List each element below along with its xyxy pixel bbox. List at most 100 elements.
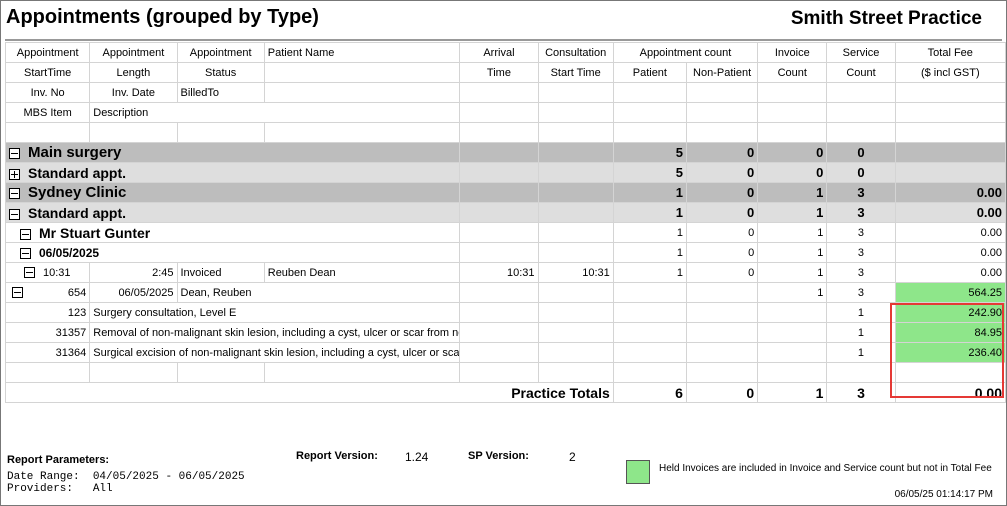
service-count: 3: [826, 202, 896, 223]
invoice-count: 1: [757, 182, 828, 203]
collapse-icon[interactable]: [12, 287, 23, 299]
date-range-label: Date Range:: [7, 471, 80, 483]
hdr-mbs-item: MBS Item: [4, 102, 91, 123]
report-parameters-label: Report Parameters:: [7, 454, 110, 466]
collapse-icon[interactable]: [20, 229, 31, 241]
spacer-row: [4, 362, 1007, 383]
hdr-billed-to: BilledTo: [176, 82, 265, 103]
hdr-inv-date: Inv. Date: [89, 82, 178, 103]
non-patient-count: 0: [685, 162, 759, 183]
invoice-date: 06/05/2025: [89, 282, 178, 303]
non-patient-count: 0: [685, 222, 759, 243]
invoice-count: 1: [757, 222, 828, 243]
consult-start-time: 10:31: [537, 262, 614, 283]
date-row[interactable]: 06/05/2025 1 0 1 3 0.00: [4, 242, 1007, 263]
date-group-name: 06/05/2025: [39, 245, 100, 260]
header-row-2: StartTime Length Status Time Start Time …: [4, 62, 1007, 83]
report-version-label: Report Version:: [296, 450, 378, 462]
collapse-icon[interactable]: [9, 208, 20, 220]
group-row-main-surgery[interactable]: Main surgery 5 0 0 0: [4, 142, 1007, 163]
title-divider: [5, 39, 1002, 41]
total-fee: 0.00: [894, 242, 1007, 263]
patient-row[interactable]: Mr Stuart Gunter 1 0 1 3 0.00: [4, 222, 1007, 243]
collapse-icon[interactable]: [20, 248, 31, 260]
collapse-icon[interactable]: [9, 148, 20, 160]
service-count: 0: [826, 162, 896, 183]
collapse-icon[interactable]: [24, 267, 35, 279]
item-description: Removal of non-malignant skin lesion, in…: [89, 322, 461, 343]
hdr-inv-no: Inv. No: [4, 82, 91, 103]
hdr-non-patient: Non-Patient: [685, 62, 759, 83]
mbs-item-row: 31357 Removal of non-malignant skin lesi…: [4, 322, 1007, 343]
hdr-service-count: Count: [826, 62, 896, 83]
patient-count: 6: [612, 382, 687, 403]
expand-icon[interactable]: [9, 168, 20, 180]
service-count: 1: [826, 342, 896, 363]
non-patient-count: 0: [685, 202, 759, 223]
header-row-4: MBS Item Description: [4, 102, 1007, 123]
date-range-line: Date Range: 04/05/2025 - 06/05/2025: [7, 471, 245, 483]
hdr-consultation: Consultation: [537, 42, 614, 63]
patient-name: Reuben Dean: [263, 262, 461, 283]
report-table: Appointment Appointment Appointment Pati…: [4, 42, 1007, 403]
collapse-icon[interactable]: [9, 188, 20, 200]
non-patient-count: 0: [685, 182, 759, 203]
hdr-time: Time: [459, 62, 539, 83]
practice-name: Smith Street Practice: [790, 8, 982, 29]
group-row-sydney-clinic[interactable]: Sydney Clinic 1 0 1 3 0.00: [4, 182, 1007, 203]
practice-totals-row: Practice Totals 6 0 1 3 0.00: [5, 382, 1007, 403]
hdr-patient: Patient: [612, 62, 687, 83]
patient-count: 1: [612, 222, 687, 243]
providers-label: Providers:: [7, 483, 74, 495]
hdr-appointment: Appointment: [89, 42, 178, 63]
invoice-count: 1: [757, 242, 828, 263]
non-patient-count: 0: [685, 382, 759, 403]
invoice-row[interactable]: 654 06/05/2025 Dean, Reuben 1 3 564.25: [4, 282, 1007, 303]
group-name: Standard appt.: [28, 204, 127, 221]
billed-to: Dean, Reuben: [176, 282, 461, 303]
spacer-row: [4, 122, 1007, 143]
hdr-status: Status: [176, 62, 265, 83]
appointment-row[interactable]: 10:31 2:45 Invoiced Reuben Dean 10:31 10…: [4, 262, 1007, 283]
hdr-invoice: Invoice: [757, 42, 828, 63]
item-description: Surgical excision of non-malignant skin …: [89, 342, 461, 363]
mbs-item: 123: [4, 302, 91, 323]
group-row-sydney-standard-appt[interactable]: Standard appt. 1 0 1 3 0.00: [4, 202, 1007, 223]
patient-count: 5: [612, 142, 687, 163]
patient-count: 1: [612, 262, 687, 283]
item-description: Surgery consultation, Level E: [89, 302, 461, 323]
service-count: 3: [826, 262, 896, 283]
held-invoice-swatch: [626, 460, 650, 484]
invoice-count: 0: [757, 162, 828, 183]
group-row-main-standard-appt[interactable]: Standard appt. 5 0 0 0: [4, 162, 1007, 183]
hdr-patient-name: Patient Name: [263, 42, 461, 63]
hdr-arrival: Arrival: [459, 42, 539, 63]
providers-line: Providers: All: [7, 483, 113, 495]
invoice-count: 0: [757, 142, 828, 163]
total-fee: 0.00: [894, 182, 1007, 203]
hdr-description: Description: [89, 102, 461, 123]
providers-value: All: [92, 483, 113, 495]
hdr-invoice-count: Count: [757, 62, 828, 83]
service-count: 3: [826, 382, 896, 403]
mbs-item-row: 123 Surgery consultation, Level E 1 242.…: [4, 302, 1007, 323]
report-timestamp: 06/05/25 01:14:17 PM: [894, 489, 993, 500]
service-count: 1: [826, 302, 896, 323]
hdr-start-time: StartTime: [4, 62, 91, 83]
arrival-time: 10:31: [459, 262, 539, 283]
group-name: Sydney Clinic: [28, 184, 127, 201]
hdr-appointment-count: Appointment count: [612, 42, 759, 63]
service-count: 3: [826, 222, 896, 243]
hdr-length: Length: [89, 62, 178, 83]
total-fee: 0.00: [894, 202, 1007, 223]
patient-group-name: Mr Stuart Gunter: [39, 224, 151, 241]
non-patient-count: 0: [685, 242, 759, 263]
total-fee: 0.00: [894, 222, 1007, 243]
held-invoice-legend: Held Invoices are included in Invoice an…: [659, 463, 992, 474]
total-fee: [894, 142, 1007, 163]
highlight-box: [890, 303, 1004, 398]
non-patient-count: 0: [685, 142, 759, 163]
hdr-appointment: Appointment: [4, 42, 91, 63]
invoice-count: 1: [757, 262, 828, 283]
patient-count: 5: [612, 162, 687, 183]
